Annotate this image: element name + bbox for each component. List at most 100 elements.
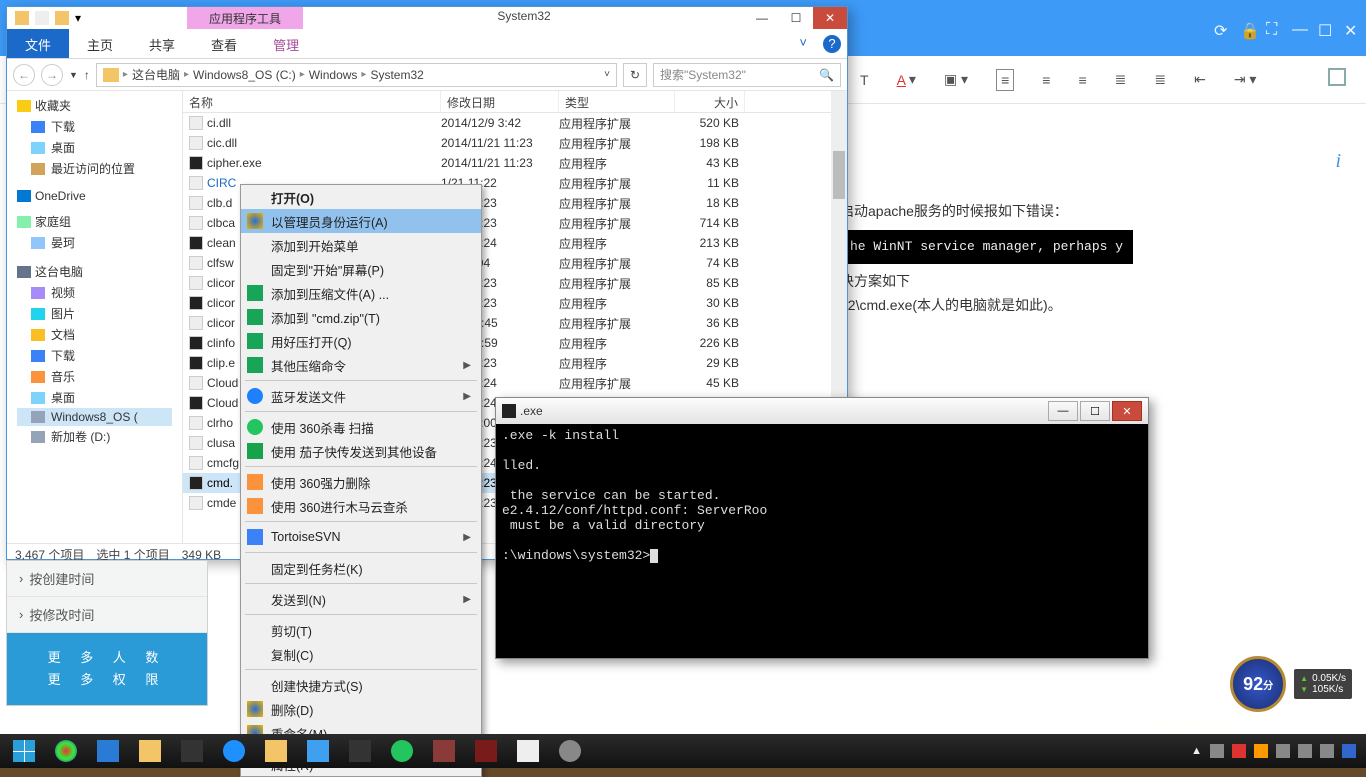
tray-volume-icon[interactable] (1320, 744, 1334, 758)
menu-item[interactable]: 添加到 "cmd.zip"(T) (241, 305, 481, 329)
task-terminal[interactable] (172, 736, 212, 766)
menu-item[interactable]: 发送到(N)▶ (241, 587, 481, 611)
col-date[interactable]: 修改日期 (441, 91, 559, 112)
tray-icon[interactable] (1232, 744, 1246, 758)
col-type[interactable]: 类型 (559, 91, 675, 112)
sidebar-music[interactable]: 音乐 (17, 366, 172, 387)
sync-icon[interactable]: ⟳ (1214, 21, 1228, 35)
sidebar-docs[interactable]: 文档 (17, 324, 172, 345)
align-left-icon[interactable]: ≡ (996, 69, 1014, 91)
newfolder-icon[interactable] (55, 11, 69, 25)
props-icon[interactable] (35, 11, 49, 25)
tray-icon[interactable] (1276, 744, 1290, 758)
network-badge[interactable]: 92分 0.05K/s 105K/s (1230, 656, 1352, 712)
maximize-button[interactable]: ☐ (779, 7, 813, 29)
help-icon[interactable]: ? (823, 35, 841, 53)
menu-item[interactable]: 添加到压缩文件(A) ... (241, 281, 481, 305)
minimize-icon[interactable]: — (1292, 21, 1306, 35)
task-app-4[interactable] (424, 736, 464, 766)
close-icon[interactable]: ✕ (1344, 21, 1358, 35)
align-right-icon[interactable]: ≡ (1078, 72, 1086, 88)
breadcrumb-dropdown-icon[interactable]: ˅ (604, 69, 610, 80)
cmd-output[interactable]: .exe -k install lled. the service can be… (496, 424, 1148, 658)
filter-by-create[interactable]: ›按创建时间 (7, 561, 207, 597)
folder-icon[interactable] (15, 11, 29, 25)
sidebar-onedrive[interactable]: OneDrive (17, 189, 172, 203)
menu-item[interactable]: 蓝牙发送文件▶ (241, 384, 481, 408)
system-tray[interactable]: ▲ (1191, 744, 1362, 758)
menu-item[interactable]: 使用 360杀毒 扫描 (241, 415, 481, 439)
menu-item[interactable]: 复制(C) (241, 642, 481, 666)
qat-dropdown-icon[interactable]: ▾ (75, 11, 89, 25)
menu-item[interactable]: 固定到任务栏(K) (241, 556, 481, 580)
forward-button[interactable]: → (41, 64, 63, 86)
score-circle[interactable]: 92分 (1230, 656, 1286, 712)
task-dota[interactable] (466, 736, 506, 766)
menu-item[interactable]: TortoiseSVN▶ (241, 525, 481, 549)
tray-icon[interactable] (1210, 744, 1224, 758)
panel-toggle-icon[interactable] (1328, 68, 1346, 86)
cmd-minimize-button[interactable]: — (1048, 401, 1078, 421)
crumb[interactable]: System32 (370, 68, 423, 82)
share-tab[interactable]: 共享 (131, 29, 193, 58)
task-app-1[interactable] (46, 736, 86, 766)
close-button[interactable]: ✕ (813, 7, 847, 29)
task-explorer[interactable] (130, 736, 170, 766)
file-row[interactable]: ci.dll2014/12/9 3:42应用程序扩展520 KB (183, 113, 847, 133)
search-icon[interactable]: 🔍 (819, 68, 834, 82)
column-headers[interactable]: 名称 修改日期 类型 大小 (183, 91, 847, 113)
font-color-icon[interactable]: T (860, 72, 869, 88)
lock-icon[interactable]: 🔒 (1240, 21, 1254, 35)
recent-dropdown-icon[interactable]: ▼ (69, 70, 78, 80)
info-icon[interactable]: i (1335, 150, 1341, 173)
cmd-close-button[interactable]: ✕ (1112, 401, 1142, 421)
cmd-titlebar[interactable]: .exe — ☐ ✕ (496, 398, 1148, 424)
ribbon-expand-icon[interactable]: ˅ (789, 29, 817, 58)
sidebar-downloads[interactable]: 下载 (17, 116, 172, 137)
view-tab[interactable]: 查看 (193, 29, 255, 58)
home-tab[interactable]: 主页 (69, 29, 131, 58)
align-center-icon[interactable]: ≡ (1042, 72, 1050, 88)
text-color-icon[interactable]: A ▾ (897, 71, 916, 88)
search-input[interactable]: 搜索"System32" 🔍 (653, 63, 841, 87)
manage-tab[interactable]: 管理 (255, 29, 317, 58)
expand-icon[interactable]: ⛶ (1266, 21, 1280, 35)
task-settings[interactable] (550, 736, 590, 766)
sidebar-desktop2[interactable]: 桌面 (17, 387, 172, 408)
indent-icon[interactable]: ⇥ ▾ (1234, 71, 1257, 88)
task-app-5[interactable] (508, 736, 548, 766)
crumb[interactable]: Windows (309, 68, 358, 82)
menu-item[interactable]: 固定到"开始"屏幕(P) (241, 257, 481, 281)
sidebar-video[interactable]: 视频 (17, 282, 172, 303)
tray-icon[interactable] (1254, 744, 1268, 758)
col-name[interactable]: 名称 (183, 91, 441, 112)
sidebar-desktop[interactable]: 桌面 (17, 137, 172, 158)
menu-item[interactable]: 使用 360强力删除 (241, 470, 481, 494)
list-bullet-icon[interactable]: ≣ (1115, 71, 1127, 88)
menu-item[interactable]: 以管理员身份运行(A) (241, 209, 481, 233)
start-button[interactable] (4, 736, 44, 766)
task-360[interactable] (382, 736, 422, 766)
menu-item[interactable]: 剪切(T) (241, 618, 481, 642)
maximize-icon[interactable]: ☐ (1318, 21, 1332, 35)
sidebar-homegroup[interactable]: 家庭组 (17, 213, 172, 230)
menu-item[interactable]: 用好压打开(Q) (241, 329, 481, 353)
tray-up-icon[interactable]: ▲ (1191, 745, 1202, 757)
col-size[interactable]: 大小 (675, 91, 745, 112)
menu-item[interactable]: 使用 茄子快传发送到其他设备 (241, 439, 481, 463)
file-row[interactable]: cipher.exe2014/11/21 11:23应用程序43 KB (183, 153, 847, 173)
sidebar-recent[interactable]: 最近访问的位置 (17, 158, 172, 179)
breadcrumb[interactable]: ▸ 这台电脑▸ Windows8_OS (C:)▸ Windows▸ Syste… (96, 63, 617, 87)
tray-network-icon[interactable] (1298, 744, 1312, 758)
menu-item[interactable]: 其他压缩命令▶ (241, 353, 481, 377)
filter-by-modify[interactable]: ›按修改时间 (7, 597, 207, 633)
menu-item[interactable]: 删除(D) (241, 697, 481, 721)
context-tab[interactable]: 应用程序工具 (187, 7, 303, 29)
highlight-icon[interactable]: ▣ ▾ (944, 71, 968, 88)
cmd-maximize-button[interactable]: ☐ (1080, 401, 1110, 421)
menu-item[interactable]: 添加到开始菜单 (241, 233, 481, 257)
list-number-icon[interactable]: ≣ (1154, 71, 1166, 88)
task-ie[interactable] (214, 736, 254, 766)
task-folder[interactable] (256, 736, 296, 766)
sidebar-downloads2[interactable]: 下载 (17, 345, 172, 366)
